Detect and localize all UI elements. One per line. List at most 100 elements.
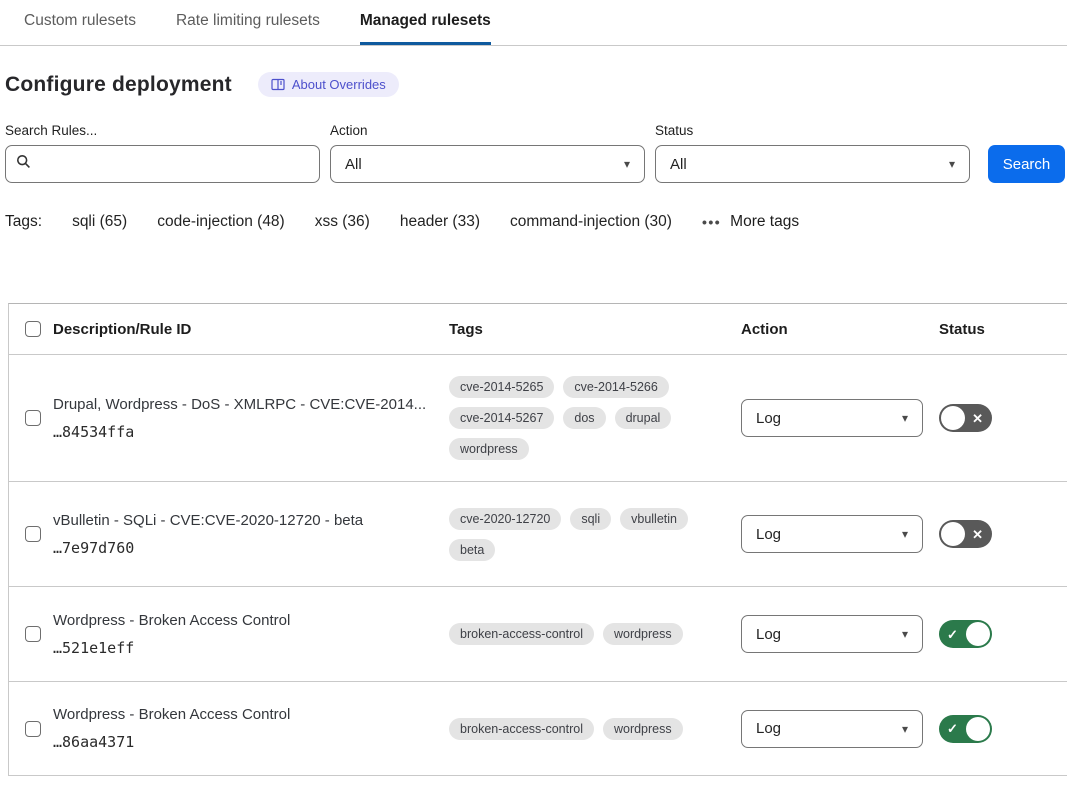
- about-overrides-label: About Overrides: [292, 77, 386, 92]
- rule-description: Wordpress - Broken Access Control: [53, 706, 443, 723]
- search-button[interactable]: Search: [988, 145, 1065, 183]
- status-filter-label: Status: [655, 123, 970, 138]
- select-all-checkbox[interactable]: [25, 321, 41, 337]
- status-filter-select[interactable]: All ▾: [655, 145, 970, 183]
- action-filter-value: All: [345, 156, 362, 173]
- tag-pill: wordpress: [449, 438, 529, 460]
- row-checkbox[interactable]: [25, 410, 41, 426]
- status-filter-value: All: [670, 156, 687, 173]
- tag-pill: cve-2014-5265: [449, 376, 554, 398]
- search-icon: [16, 154, 31, 174]
- tab-rate-limiting-rulesets[interactable]: Rate limiting rulesets: [176, 12, 320, 45]
- tag-pill: broken-access-control: [449, 623, 594, 645]
- tag-link-sqli[interactable]: sqli (65): [72, 213, 127, 231]
- rule-tags: broken-access-control wordpress: [443, 718, 693, 740]
- book-icon: [271, 78, 285, 91]
- toggle-knob: [941, 406, 965, 430]
- tag-pill: sqli: [570, 508, 611, 530]
- rule-action-value: Log: [756, 720, 781, 737]
- table-header-row: Description/Rule ID Tags Action Status: [9, 304, 1067, 355]
- rule-tags: cve-2014-5265 cve-2014-5266 cve-2014-5267 d…: [443, 376, 693, 460]
- tag-pill: wordpress: [603, 623, 683, 645]
- table-row: Wordpress - Broken Access Control …521e1…: [9, 587, 1067, 682]
- filter-bar: Search Rules... Action All ▾ Status All …: [5, 123, 1065, 183]
- row-checkbox[interactable]: [25, 526, 41, 542]
- table-row: vBulletin - SQLi - CVE:CVE-2020-12720 - …: [9, 482, 1067, 587]
- search-input-wrap: [5, 145, 320, 183]
- rule-id: …521e1eff: [53, 639, 443, 657]
- rule-description-cell: Wordpress - Broken Access Control …86aa4…: [53, 692, 443, 765]
- rule-status-toggle[interactable]: ✕: [939, 404, 992, 432]
- chevron-down-icon: ▾: [949, 157, 955, 171]
- rule-action-value: Log: [756, 626, 781, 643]
- toggle-state-icon: ✕: [972, 412, 983, 425]
- chevron-down-icon: ▾: [902, 722, 908, 736]
- col-description-rule-id: Description/Rule ID: [53, 321, 443, 338]
- rule-action-value: Log: [756, 526, 781, 543]
- rule-status-toggle[interactable]: ✕: [939, 520, 992, 548]
- tag-pill: cve-2014-5267: [449, 407, 554, 429]
- rule-description: Drupal, Wordpress - DoS - XMLRPC - CVE:C…: [53, 396, 443, 413]
- search-rules-input[interactable]: [39, 156, 309, 173]
- managed-rules-table: Description/Rule ID Tags Action Status D…: [8, 303, 1067, 776]
- toggle-knob: [966, 717, 990, 741]
- action-filter-select[interactable]: All ▾: [330, 145, 645, 183]
- rule-action-select[interactable]: Log ▾: [741, 710, 923, 748]
- rule-id: …84534ffa: [53, 423, 443, 441]
- tag-pill: dos: [563, 407, 605, 429]
- rule-tags: cve-2020-12720 sqli vbulletin beta: [443, 508, 693, 561]
- chevron-down-icon: ▾: [902, 411, 908, 425]
- toggle-state-icon: ✓: [947, 722, 958, 735]
- tag-pill: beta: [449, 539, 495, 561]
- row-checkbox[interactable]: [25, 626, 41, 642]
- chevron-down-icon: ▾: [902, 527, 908, 541]
- table-row: Wordpress - Broken Access Control …86aa4…: [9, 682, 1067, 776]
- ellipsis-icon: •••: [702, 214, 721, 230]
- rule-status-toggle[interactable]: ✓: [939, 715, 992, 743]
- tag-pill: cve-2014-5266: [563, 376, 668, 398]
- tag-link-command-injection[interactable]: command-injection (30): [510, 213, 672, 231]
- rule-status-toggle[interactable]: ✓: [939, 620, 992, 648]
- tag-pill: wordpress: [603, 718, 683, 740]
- tag-link-xss[interactable]: xss (36): [315, 213, 370, 231]
- action-filter-label: Action: [330, 123, 645, 138]
- tag-pill: drupal: [615, 407, 672, 429]
- col-status: Status: [933, 321, 1067, 338]
- tag-pill: broken-access-control: [449, 718, 594, 740]
- table-row: Drupal, Wordpress - DoS - XMLRPC - CVE:C…: [9, 355, 1067, 482]
- col-action: Action: [735, 321, 933, 338]
- chevron-down-icon: ▾: [902, 627, 908, 641]
- tags-bar: Tags: sqli (65) code-injection (48) xss …: [5, 213, 1067, 231]
- rule-action-value: Log: [756, 410, 781, 427]
- tag-link-header[interactable]: header (33): [400, 213, 480, 231]
- rule-action-select[interactable]: Log ▾: [741, 399, 923, 437]
- toggle-state-icon: ✓: [947, 628, 958, 641]
- rule-action-select[interactable]: Log ▾: [741, 515, 923, 553]
- rule-tags: broken-access-control wordpress: [443, 623, 693, 645]
- row-checkbox[interactable]: [25, 721, 41, 737]
- about-overrides-link[interactable]: About Overrides: [258, 72, 399, 97]
- tab-bar: Custom rulesets Rate limiting rulesets M…: [0, 0, 1067, 46]
- rule-action-select[interactable]: Log ▾: [741, 615, 923, 653]
- col-tags: Tags: [443, 321, 735, 338]
- page-title: Configure deployment: [5, 73, 232, 97]
- heading-row: Configure deployment About Overrides: [5, 72, 1067, 97]
- tab-custom-rulesets[interactable]: Custom rulesets: [24, 12, 136, 45]
- rule-id: …7e97d760: [53, 539, 443, 557]
- rule-description: vBulletin - SQLi - CVE:CVE-2020-12720 - …: [53, 512, 443, 529]
- tab-managed-rulesets[interactable]: Managed rulesets: [360, 12, 491, 45]
- tag-pill: vbulletin: [620, 508, 688, 530]
- more-tags-label: More tags: [730, 213, 799, 231]
- toggle-state-icon: ✕: [972, 528, 983, 541]
- tag-link-code-injection[interactable]: code-injection (48): [157, 213, 285, 231]
- search-rules-label: Search Rules...: [5, 123, 320, 138]
- tag-pill: cve-2020-12720: [449, 508, 561, 530]
- rule-id: …86aa4371: [53, 733, 443, 751]
- chevron-down-icon: ▾: [624, 157, 630, 171]
- more-tags-button[interactable]: ••• More tags: [702, 213, 799, 231]
- toggle-knob: [941, 522, 965, 546]
- tags-label: Tags:: [5, 213, 42, 231]
- rule-description: Wordpress - Broken Access Control: [53, 612, 443, 629]
- rule-description-cell: Drupal, Wordpress - DoS - XMLRPC - CVE:C…: [53, 382, 443, 455]
- rule-description-cell: Wordpress - Broken Access Control …521e1…: [53, 598, 443, 671]
